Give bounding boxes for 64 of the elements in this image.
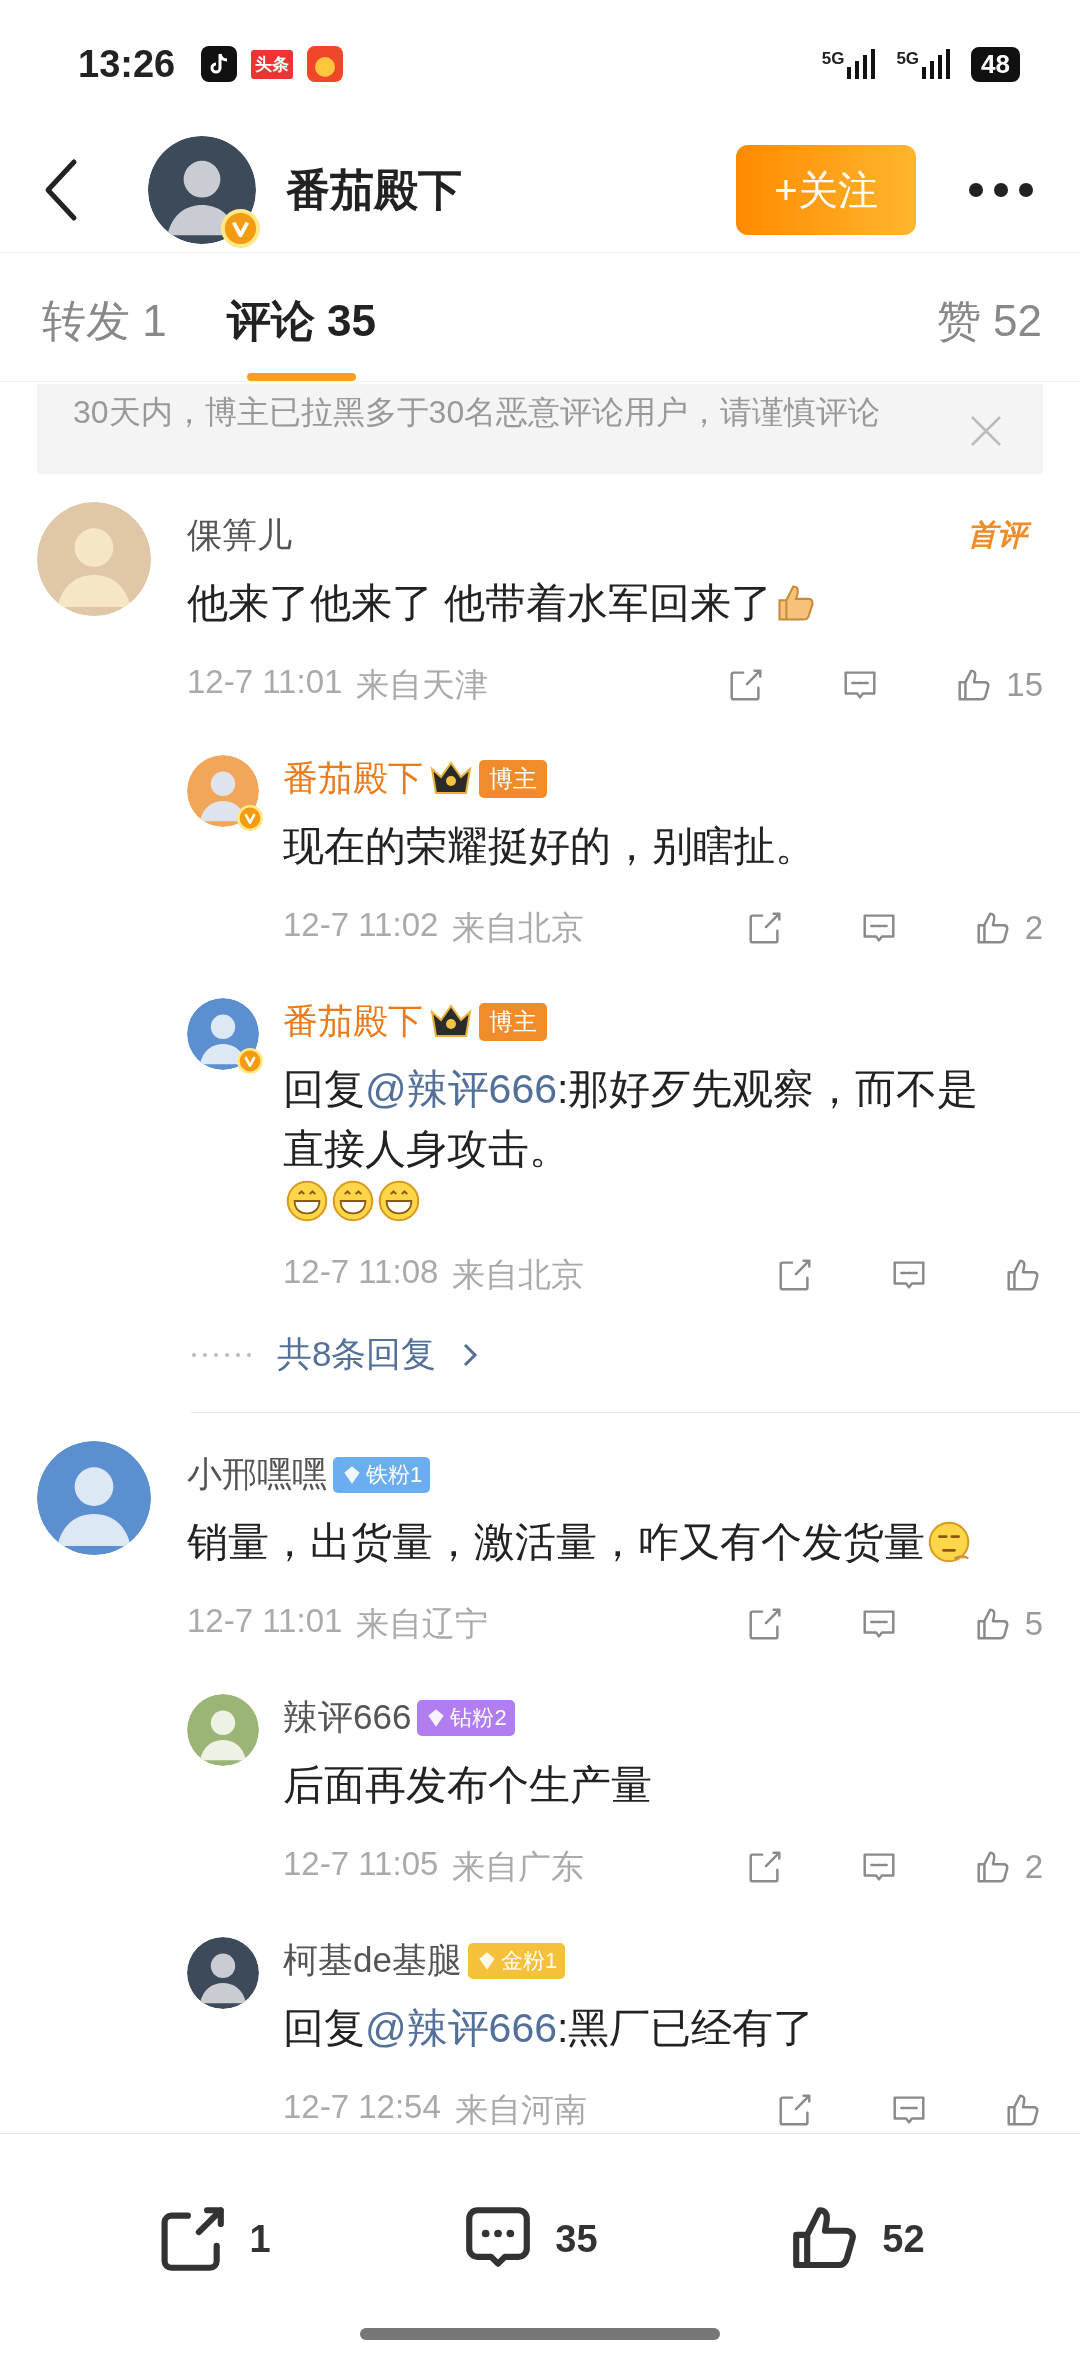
count-label: 52 xyxy=(882,2217,925,2261)
fan-badge: 博主 xyxy=(479,1002,547,1041)
comment-location: 来自北京 xyxy=(452,907,585,948)
author-name[interactable]: 番茄殿下 xyxy=(286,160,736,220)
more-icon[interactable] xyxy=(966,180,1036,200)
user-name[interactable]: 柯基de基腿 xyxy=(283,1937,462,1984)
thinking-emoji-icon xyxy=(927,1520,971,1564)
user-name[interactable]: 小邢嘿嘿 xyxy=(187,1451,327,1498)
user-name[interactable]: 番茄殿下 xyxy=(283,998,423,1045)
tab[interactable]: 转发 1 xyxy=(42,266,167,381)
comment-time: 12-7 12:54 xyxy=(283,2087,441,2127)
tab[interactable]: 赞 52 xyxy=(936,266,1042,381)
like-count: 5 xyxy=(1024,1605,1043,1643)
count-label: 35 xyxy=(555,2217,598,2261)
first-comment-tag: 首评 xyxy=(965,513,1035,558)
shopping-app-icon xyxy=(307,46,344,82)
fan-badge: 铁粉1 xyxy=(333,1456,431,1493)
close-icon[interactable] xyxy=(969,414,1003,448)
user-name[interactable]: 倮箅儿 xyxy=(187,512,292,559)
comment-time: 12-7 11:01 xyxy=(187,1601,343,1641)
comment-location: 来自北京 xyxy=(452,1254,585,1295)
comment-text: 回复@辣评666:那好歹先观察，而不是直接人身攻击。 xyxy=(283,1065,980,1174)
comment-text: 销量，出货量，激活量，咋又有个发货量 xyxy=(187,1518,925,1567)
mention-link[interactable]: @辣评666 xyxy=(365,2005,558,2051)
music-note-app-icon xyxy=(201,46,238,82)
news-app-icon: 头条 xyxy=(251,49,294,79)
more-replies-link[interactable]: 共8条回复 xyxy=(277,1331,437,1378)
battery-icon: 48 xyxy=(971,46,1020,82)
clock: 13:26 xyxy=(78,42,176,86)
comment-time: 12-7 11:05 xyxy=(283,1844,439,1884)
tab[interactable]: 评论 35 xyxy=(226,266,376,381)
comment-text: 现在的荣耀挺好的，别瞎扯。 xyxy=(283,822,816,871)
grinning-emoji-icon xyxy=(377,1179,421,1223)
avatar xyxy=(187,755,259,827)
comment-time: 12-7 11:01 xyxy=(187,662,343,702)
comment-text: 他来了他来了 他带着水军回来了 xyxy=(187,579,773,628)
like-count: 15 xyxy=(1006,666,1043,704)
signal-icon xyxy=(921,49,952,79)
mention-link[interactable]: @辣评666 xyxy=(365,1066,558,1112)
fan-badge: 金粉1 xyxy=(467,1942,566,1979)
comment-text: 回复@辣评666:黑厂已经有了 xyxy=(283,2004,815,2053)
grinning-emoji-icon xyxy=(331,1179,375,1223)
user-name[interactable]: 辣评666 xyxy=(283,1694,412,1741)
fan-badge: 钻粉2 xyxy=(417,1699,515,1736)
user-name[interactable]: 番茄殿下 xyxy=(283,755,423,802)
comment-location: 来自辽宁 xyxy=(356,1603,489,1644)
comment-text: 后面再发布个生产量 xyxy=(283,1761,652,1810)
comment-location: 来自天津 xyxy=(356,664,489,705)
signal-icon xyxy=(846,49,877,79)
comment-time: 12-7 11:02 xyxy=(283,905,439,945)
network-label: 5G xyxy=(896,49,920,69)
like-count: 2 xyxy=(1024,1848,1043,1886)
comment-time: 12-7 11:08 xyxy=(283,1252,439,1292)
comment-location: 来自河南 xyxy=(454,2089,587,2130)
dotted-leader-icon xyxy=(191,1351,251,1358)
fan-badge: 博主 xyxy=(479,759,547,798)
avatar xyxy=(187,998,259,1070)
comment-location: 来自广东 xyxy=(452,1846,585,1887)
network-label: 5G xyxy=(821,49,845,69)
notice-text: 30天内，博主已拉黑多于30名恶意评论用户，请谨慎评论 xyxy=(73,393,882,432)
like-count: 2 xyxy=(1024,909,1043,947)
count-label: 1 xyxy=(249,2217,271,2261)
grinning-emoji-icon xyxy=(285,1179,329,1223)
chevron-icon[interactable] xyxy=(462,1341,479,1368)
